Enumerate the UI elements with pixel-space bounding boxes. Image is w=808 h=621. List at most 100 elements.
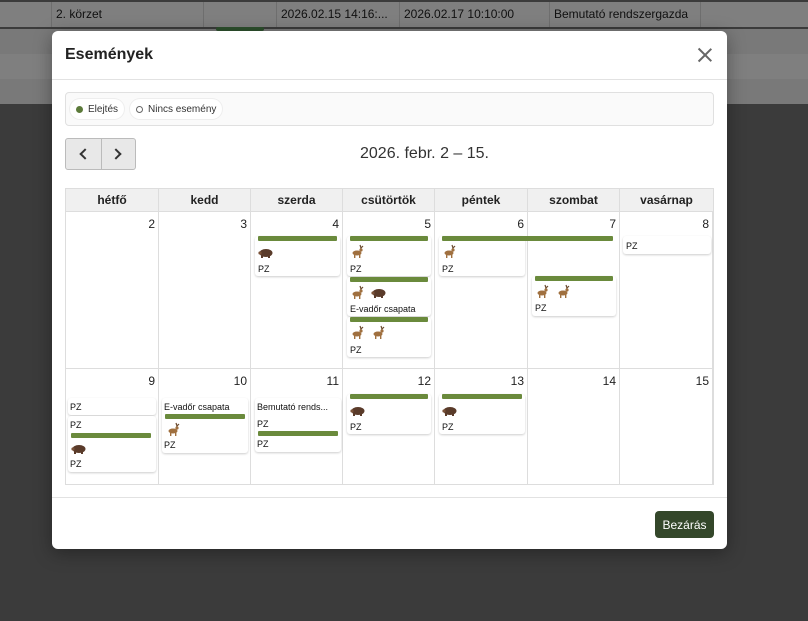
legend: Elejtés Nincs esemény xyxy=(65,92,714,126)
event-card[interactable]: PZ xyxy=(623,236,711,254)
event-label: PZ xyxy=(258,264,270,274)
day-number: 11 xyxy=(326,374,339,388)
event-bar xyxy=(71,433,151,438)
event-card[interactable]: PZ PZ xyxy=(68,416,156,472)
event-bar xyxy=(442,236,613,241)
day-number: 4 xyxy=(332,217,339,231)
boar-icon xyxy=(442,407,457,416)
event-bar xyxy=(350,236,428,241)
deer-icon xyxy=(352,325,364,339)
day-number: 13 xyxy=(510,374,524,388)
day-number: 10 xyxy=(233,374,247,388)
dialog-header: Események xyxy=(52,31,727,80)
previous-button[interactable] xyxy=(66,139,101,169)
event-card[interactable]: PZ xyxy=(255,236,340,276)
event-bar xyxy=(535,276,613,281)
weekday-label: péntek xyxy=(435,189,528,211)
event-card[interactable]: PZ xyxy=(68,398,156,415)
event-label: PZ xyxy=(70,402,82,412)
deer-icon xyxy=(352,244,364,258)
event-card[interactable]: PZ xyxy=(347,394,431,434)
calendar-day[interactable]: 3 xyxy=(159,212,251,368)
calendar-day[interactable]: 14 xyxy=(528,369,620,484)
event-label: PZ xyxy=(350,422,362,432)
day-number: 5 xyxy=(424,217,431,231)
event-bar xyxy=(165,414,245,419)
event-label: PZ xyxy=(535,303,547,313)
day-number: 12 xyxy=(417,374,431,388)
event-label: E-vadőr csapata xyxy=(350,304,416,314)
events-dialog: Események Elejtés Nincs esemény 2026. fe… xyxy=(52,31,727,549)
event-card[interactable]: PZ xyxy=(439,236,525,276)
deer-icon xyxy=(373,325,385,339)
chevron-right-icon xyxy=(110,148,122,160)
calendar-grid: hétfő kedd szerda csütörtök péntek szomb… xyxy=(65,188,714,485)
day-number: 15 xyxy=(695,374,709,388)
dialog-footer: Bezárás xyxy=(52,497,727,549)
event-bar xyxy=(350,394,428,399)
boar-icon xyxy=(71,445,86,454)
event-card[interactable]: E-vadőr csapata xyxy=(347,277,431,316)
day-number: 6 xyxy=(517,217,524,231)
event-label: PZ xyxy=(350,264,362,274)
event-card[interactable]: PZ xyxy=(347,317,431,357)
event-label: PZ xyxy=(257,439,269,449)
legend-label: Elejtés xyxy=(88,103,119,115)
event-label: E-vadőr csapata xyxy=(164,402,230,412)
calendar-day[interactable]: 2 xyxy=(66,212,159,368)
event-label: PZ xyxy=(442,264,454,274)
event-bar xyxy=(350,317,428,322)
legend-label: Nincs esemény xyxy=(148,103,217,115)
weekday-label: kedd xyxy=(159,189,251,211)
event-card[interactable]: E-vadőr csapata PZ xyxy=(162,398,248,453)
event-card[interactable]: Bemutató rends... PZ PZ xyxy=(255,398,341,452)
date-range-title: 2026. febr. 2 – 15. xyxy=(360,145,489,162)
weekday-label: csütörtök xyxy=(343,189,435,211)
weekday-header: hétfő kedd szerda csütörtök péntek szomb… xyxy=(66,189,713,212)
deer-icon xyxy=(558,284,570,298)
event-bar xyxy=(350,277,428,282)
day-number: 3 xyxy=(240,217,247,231)
legend-item-elejtes[interactable]: Elejtés xyxy=(70,99,125,119)
boar-icon xyxy=(371,289,386,298)
deer-icon xyxy=(352,285,364,299)
calendar-week: 9 10 11 12 13 14 15 PZ PZ PZ E-vadőr csa… xyxy=(66,369,713,484)
day-number: 14 xyxy=(602,374,616,388)
event-label: PZ xyxy=(442,422,454,432)
event-card[interactable]: PZ xyxy=(439,394,525,434)
next-button[interactable] xyxy=(100,139,136,169)
day-number: 2 xyxy=(148,217,155,231)
event-label: PZ xyxy=(164,440,176,450)
boar-icon xyxy=(258,249,273,258)
event-label: Bemutató rends... xyxy=(257,402,329,412)
weekday-label: hétfő xyxy=(66,189,159,211)
deer-icon xyxy=(444,244,456,258)
close-icon[interactable] xyxy=(695,45,715,65)
day-number: 9 xyxy=(148,374,155,388)
event-label: PZ xyxy=(70,459,82,469)
event-bar xyxy=(258,236,337,241)
empty-dot-icon xyxy=(136,105,144,113)
deer-icon xyxy=(537,284,549,298)
event-card[interactable]: PZ xyxy=(532,276,616,316)
event-label: PZ xyxy=(70,420,82,430)
deer-icon xyxy=(168,422,180,436)
calendar-day[interactable]: 15 xyxy=(620,369,713,484)
dialog-title: Események xyxy=(65,46,154,63)
event-label: PZ xyxy=(350,345,362,355)
weekday-label: szombat xyxy=(528,189,620,211)
day-number: 8 xyxy=(702,217,709,231)
boar-icon xyxy=(350,407,365,416)
event-label: PZ xyxy=(626,241,638,251)
day-number: 7 xyxy=(609,217,616,231)
filled-dot-icon xyxy=(76,105,83,113)
week-navigation xyxy=(65,138,136,170)
event-card[interactable]: PZ xyxy=(347,236,431,276)
legend-item-nincs-esemeny[interactable]: Nincs esemény xyxy=(130,99,223,119)
weekday-label: vasárnap xyxy=(640,193,693,207)
weekday-label: szerda xyxy=(251,189,343,211)
close-button[interactable]: Bezárás xyxy=(655,511,714,538)
calendar-week: 2 3 4 5 6 7 8 PZ PZ E-vadőr csapata PZ P… xyxy=(66,212,713,369)
chevron-left-icon xyxy=(79,148,91,160)
event-bar xyxy=(258,431,338,436)
